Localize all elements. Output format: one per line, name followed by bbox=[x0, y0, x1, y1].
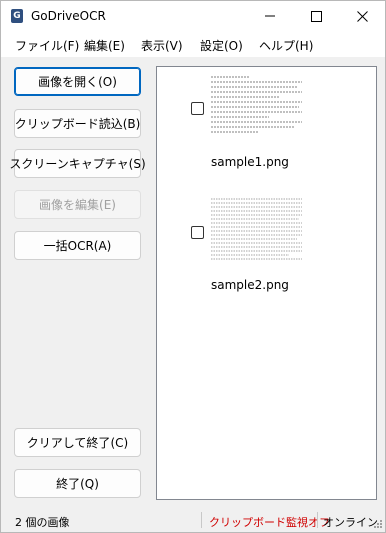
status-clipboard-monitor: クリップボード監視オフ bbox=[209, 516, 330, 529]
image-filename: sample2.png bbox=[211, 278, 289, 292]
image-checkbox[interactable] bbox=[191, 226, 204, 239]
exit-button[interactable]: 終了(Q) bbox=[14, 469, 141, 498]
menu-settings[interactable]: 設定(O) bbox=[200, 37, 243, 54]
status-separator bbox=[317, 512, 318, 528]
menu-view[interactable]: 表示(V) bbox=[141, 37, 183, 54]
close-icon bbox=[356, 10, 368, 22]
menu-bar: ファイル(F) 編集(E) 表示(V) 設定(O) ヘルプ(H) bbox=[1, 31, 385, 57]
open-image-button[interactable]: 画像を開く(O) bbox=[14, 67, 141, 96]
status-separator bbox=[201, 512, 202, 528]
maximize-button[interactable] bbox=[293, 1, 339, 31]
close-button[interactable] bbox=[339, 1, 385, 31]
image-thumbnail[interactable] bbox=[209, 197, 304, 261]
edit-image-button[interactable]: 画像を編集(E) bbox=[14, 190, 141, 219]
image-filename: sample1.png bbox=[211, 155, 289, 169]
list-item[interactable]: sample2.png bbox=[157, 191, 376, 311]
app-icon: G bbox=[11, 9, 23, 23]
menu-file[interactable]: ファイル(F) bbox=[15, 37, 79, 54]
clipboard-read-button[interactable]: クリップボード読込(B) bbox=[14, 109, 141, 138]
image-list[interactable]: sample1.png sample2.png bbox=[156, 66, 377, 500]
status-bar: 2 個の画像 クリップボード監視オフ オンライン bbox=[1, 510, 385, 532]
image-thumbnail[interactable] bbox=[209, 73, 304, 137]
app-window: G GoDriveOCR ファイル(F) 編集(E) 表示(V) 設定(O) ヘ… bbox=[0, 0, 386, 533]
status-connection: オンライン bbox=[323, 516, 378, 529]
minimize-button[interactable] bbox=[247, 1, 293, 31]
minimize-icon bbox=[265, 15, 275, 17]
maximize-icon bbox=[310, 10, 322, 22]
menu-help[interactable]: ヘルプ(H) bbox=[259, 37, 313, 54]
status-image-count: 2 個の画像 bbox=[15, 516, 70, 529]
title-bar[interactable]: G GoDriveOCR bbox=[1, 1, 385, 31]
clear-and-exit-button[interactable]: クリアして終了(C) bbox=[14, 428, 141, 457]
window-title: GoDriveOCR bbox=[31, 9, 106, 23]
menu-edit[interactable]: 編集(E) bbox=[84, 37, 125, 54]
image-checkbox[interactable] bbox=[191, 102, 204, 115]
batch-ocr-button[interactable]: 一括OCR(A) bbox=[14, 231, 141, 260]
screen-capture-button[interactable]: スクリーンキャプチャ(S) bbox=[9, 149, 146, 178]
list-item[interactable]: sample1.png bbox=[157, 67, 376, 187]
resize-grip-icon[interactable] bbox=[373, 519, 383, 529]
